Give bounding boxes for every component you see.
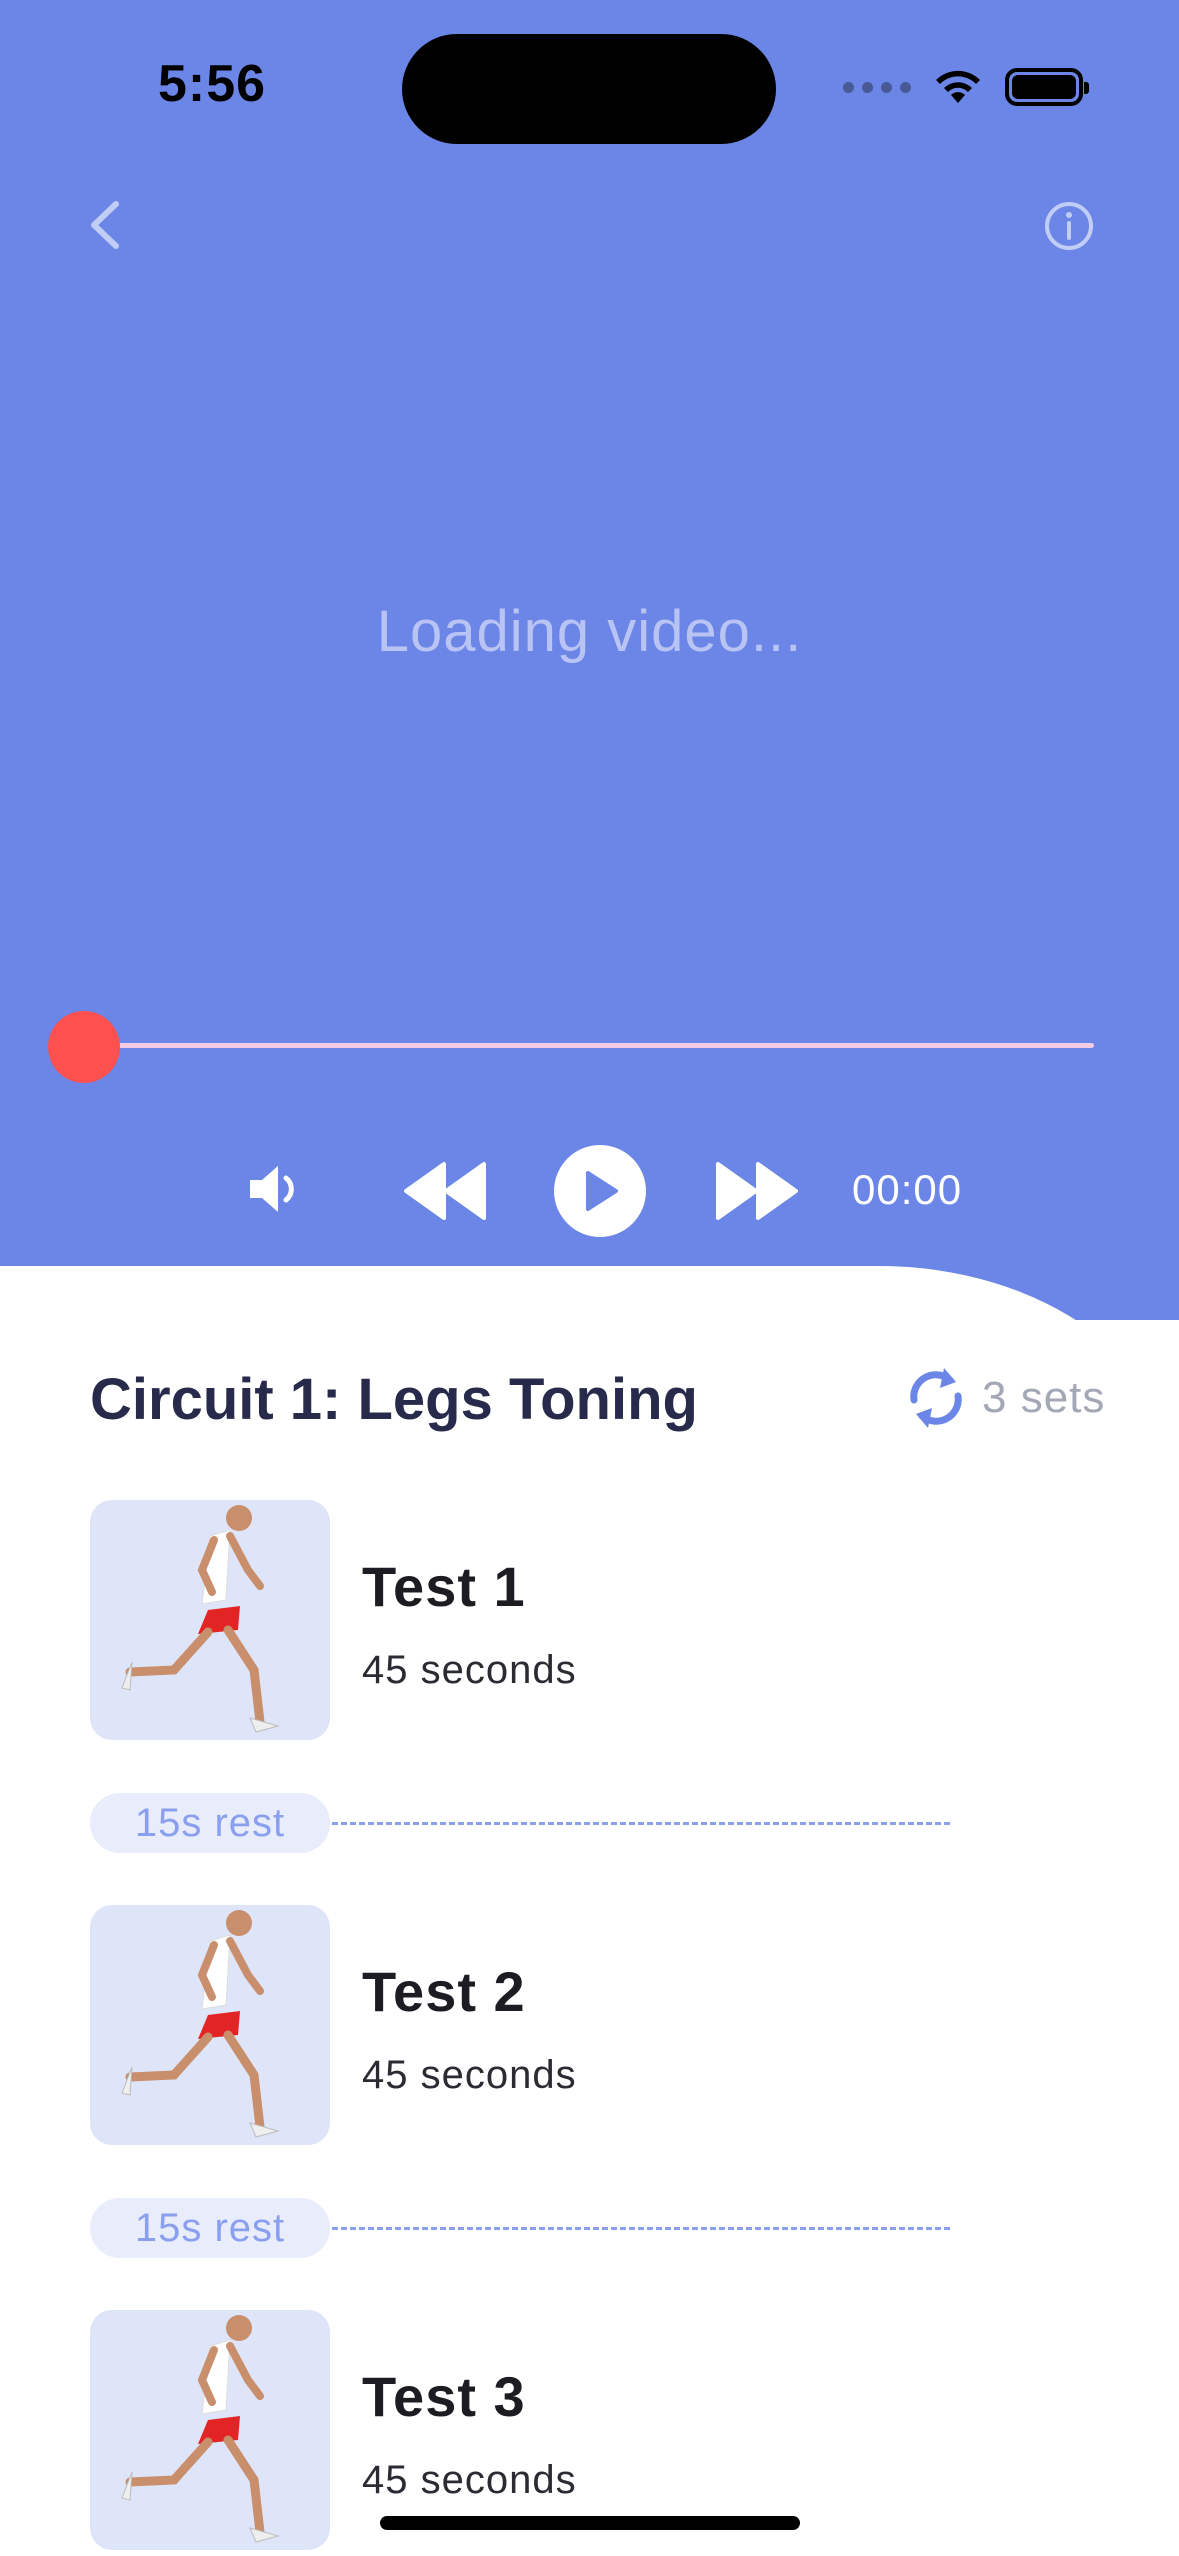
fast-forward-icon	[716, 1162, 798, 1220]
cellular-signal-icon	[843, 81, 911, 93]
exercise-thumbnail	[90, 1500, 330, 1740]
wifi-icon	[936, 70, 980, 103]
rest-label: 15s rest	[90, 2198, 330, 2258]
progress-track[interactable]	[84, 1043, 1094, 1048]
exercise-duration: 45 seconds	[362, 2053, 577, 2097]
rest-divider: 15s rest	[90, 1793, 950, 1853]
exercise-name: Test 1	[362, 1555, 526, 1618]
back-button[interactable]	[80, 190, 130, 260]
playback-controls: 00:00	[0, 1140, 1179, 1240]
volume-button[interactable]	[240, 1154, 310, 1224]
volume-icon	[250, 1166, 294, 1212]
rest-dashed-line	[332, 2227, 950, 2230]
play-icon	[586, 1171, 618, 1211]
play-button[interactable]	[554, 1145, 646, 1237]
status-time: 5:56	[158, 55, 267, 113]
rewind-icon	[404, 1162, 486, 1220]
sets-count: 3 sets	[982, 1373, 1106, 1422]
exercise-name: Test 2	[362, 1960, 526, 2023]
chevron-left-icon	[91, 201, 119, 249]
exercise-thumbnail	[90, 1905, 330, 2145]
info-button[interactable]	[1043, 200, 1095, 252]
rewind-button[interactable]	[400, 1160, 490, 1222]
exercise-duration: 45 seconds	[362, 2458, 577, 2502]
dynamic-island	[402, 34, 776, 144]
repeat-icon	[910, 1368, 962, 1428]
home-indicator	[380, 2516, 800, 2530]
loading-message: Loading video...	[376, 599, 803, 664]
playback-time: 00:00	[852, 1166, 963, 1213]
exercise-duration: 45 seconds	[362, 1648, 577, 1692]
exercise-item[interactable]: Test 1 45 seconds	[90, 1500, 1090, 1740]
video-player[interactable]: 5:56 Loading video... 00:00	[0, 0, 1179, 1320]
runner-image	[121, 1910, 280, 2138]
info-icon	[1045, 202, 1093, 250]
runner-image	[121, 2315, 280, 2543]
sets-indicator: 3 sets	[904, 1360, 1105, 1436]
runner-image	[121, 1505, 280, 1733]
fast-forward-button[interactable]	[712, 1160, 802, 1222]
exercise-thumbnail	[90, 2310, 330, 2550]
rest-divider: 15s rest	[90, 2198, 950, 2258]
progress-knob[interactable]	[48, 1011, 120, 1083]
exercise-item[interactable]: Test 2 45 seconds	[90, 1905, 1090, 2145]
exercise-name: Test 3	[362, 2365, 526, 2428]
rest-dashed-line	[332, 1822, 950, 1825]
exercise-item[interactable]: Test 3 45 seconds	[90, 2310, 1090, 2550]
status-icons	[843, 62, 1089, 112]
battery-icon	[1005, 68, 1089, 106]
circuit-title: Circuit 1: Legs Toning	[90, 1367, 698, 1432]
rest-label: 15s rest	[90, 1793, 330, 1853]
